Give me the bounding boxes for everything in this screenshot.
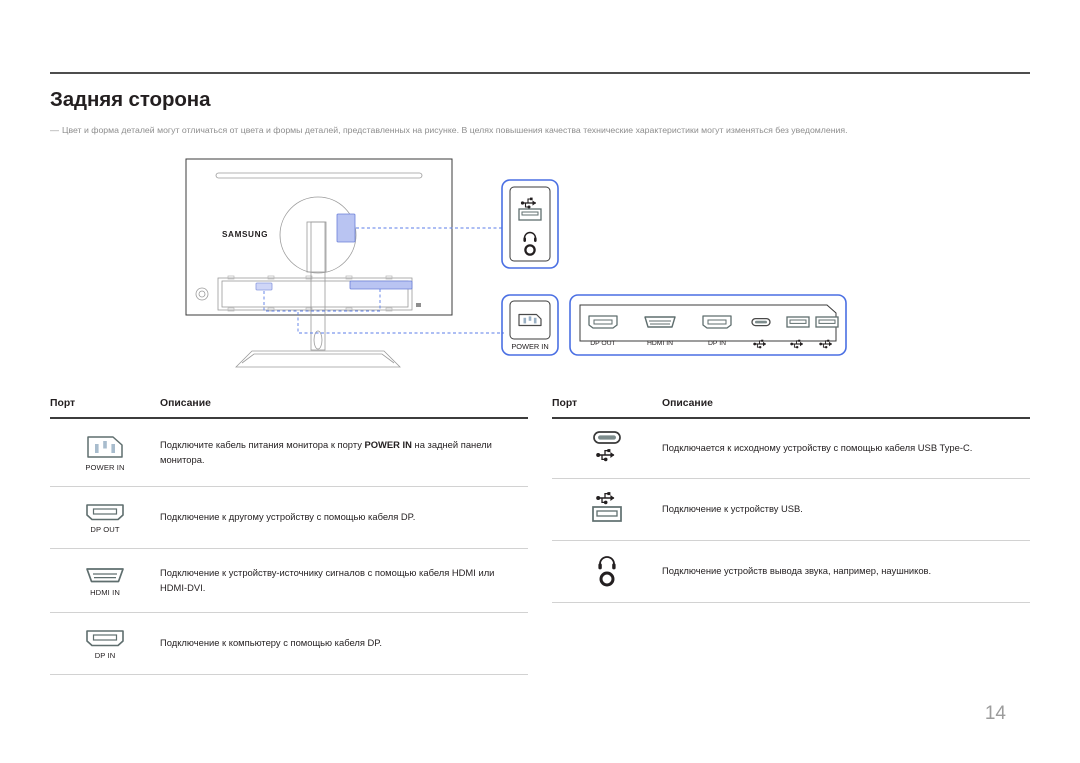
usb-a-icon [586, 490, 628, 526]
note-text: Цвет и форма деталей могут отличаться от… [62, 125, 848, 135]
note-dash-icon: ― [50, 125, 59, 135]
table-row: DP OUT Подключение к другому устройству … [50, 487, 528, 549]
power-in-emphasis: POWER IN [364, 438, 412, 450]
monitor-stand [235, 221, 401, 368]
dp-in-icon [702, 315, 732, 329]
callout-power-in: POWER IN [501, 294, 559, 356]
column-header-description: Описание [160, 398, 211, 409]
table-row: Подключение устройств вывода звука, напр… [552, 541, 1030, 603]
monitor-rear-illustration: .ln { fill:none; stroke:#3b3b3b; stroke-… [180, 155, 850, 370]
port-description: Подключение устройств вывода звука, напр… [662, 565, 932, 577]
headphone-jack-icon [586, 552, 628, 588]
callout-usb-headphone [501, 179, 559, 269]
port-description: Подключается к исходному устройству с по… [662, 442, 973, 454]
port-label-hdmi-in: HDMI IN [647, 340, 673, 347]
column-header-port: Порт [50, 398, 76, 409]
callout-power-in-label: POWER IN [511, 342, 548, 351]
table-header-row: Порт Описание [552, 398, 1030, 417]
port-description: Подключение к компьютеру с помощью кабел… [160, 637, 382, 649]
table-row: HDMI IN Подключение к устройству-источни… [50, 549, 528, 613]
port-description: Подключение к устройству-источнику сигна… [160, 566, 495, 594]
port-label-dp-out: DP OUT [590, 340, 616, 347]
usb-icon [520, 197, 536, 209]
port-label: HDMI IN [90, 587, 120, 597]
table-row: POWER IN Подключите кабель питания монит… [50, 419, 528, 487]
page-title: Задняя сторона [50, 88, 211, 111]
callout-port-panel: DP OUT HDMI IN DP IN [569, 294, 847, 356]
table-row: Подключение к устройству USB. [552, 479, 1030, 541]
usb-type-c-icon [586, 429, 628, 465]
power-in-icon [518, 313, 542, 327]
port-label: POWER IN [85, 463, 125, 473]
dp-in-icon [84, 627, 126, 649]
port-description: Подключение к устройству USB. [662, 503, 803, 515]
port-description: Подключение к другому устройству с помощ… [160, 511, 416, 523]
note-block: ― Цвет и форма деталей могут отличаться … [50, 125, 1040, 136]
port-cell: HDMI IN [50, 564, 160, 597]
table-row: Подключается к исходному устройству с по… [552, 419, 1030, 479]
table-row: DP IN Подключение к компьютеру с помощью… [50, 613, 528, 675]
callout-leader-lines [263, 227, 504, 334]
port-cell: DP OUT [50, 501, 160, 534]
usb-a-port-icon-1 [786, 316, 810, 328]
port-label-dp-in: DP IN [708, 340, 726, 347]
header-divider [50, 72, 1030, 74]
port-cell [552, 552, 662, 590]
port-label: DP OUT [90, 524, 120, 534]
ports-table-right: Порт Описание Подключается к исходному у… [552, 398, 1030, 603]
port-label: DP IN [94, 650, 116, 660]
table-header-row: Порт Описание [50, 398, 528, 417]
port-cell [552, 490, 662, 528]
usb-type-c-icon [751, 317, 771, 327]
manual-page: Задняя сторона ― Цвет и форма деталей мо… [0, 0, 1080, 763]
port-cell: POWER IN [50, 432, 160, 472]
dp-out-icon [588, 315, 618, 329]
column-header-description: Описание [662, 398, 713, 409]
port-cell [552, 429, 662, 467]
brand-text: SAMSUNG [222, 230, 268, 239]
port-description: Подключите кабель питания монитора к пор… [160, 438, 492, 466]
dp-out-icon [84, 501, 126, 523]
monitor-body: SAMSUNG [185, 158, 453, 316]
hdmi-in-icon [644, 316, 676, 328]
usb-a-port-icon-2 [815, 316, 839, 328]
headphone-jack-icon [523, 231, 537, 256]
hdmi-in-icon [84, 564, 126, 586]
power-in-icon [85, 432, 125, 461]
column-header-port: Порт [552, 398, 578, 409]
port-cell: DP IN [50, 627, 160, 660]
page-number: 14 [984, 703, 1006, 724]
ports-table-left: Порт Описание POWER IN Подключите кабель… [50, 398, 528, 675]
